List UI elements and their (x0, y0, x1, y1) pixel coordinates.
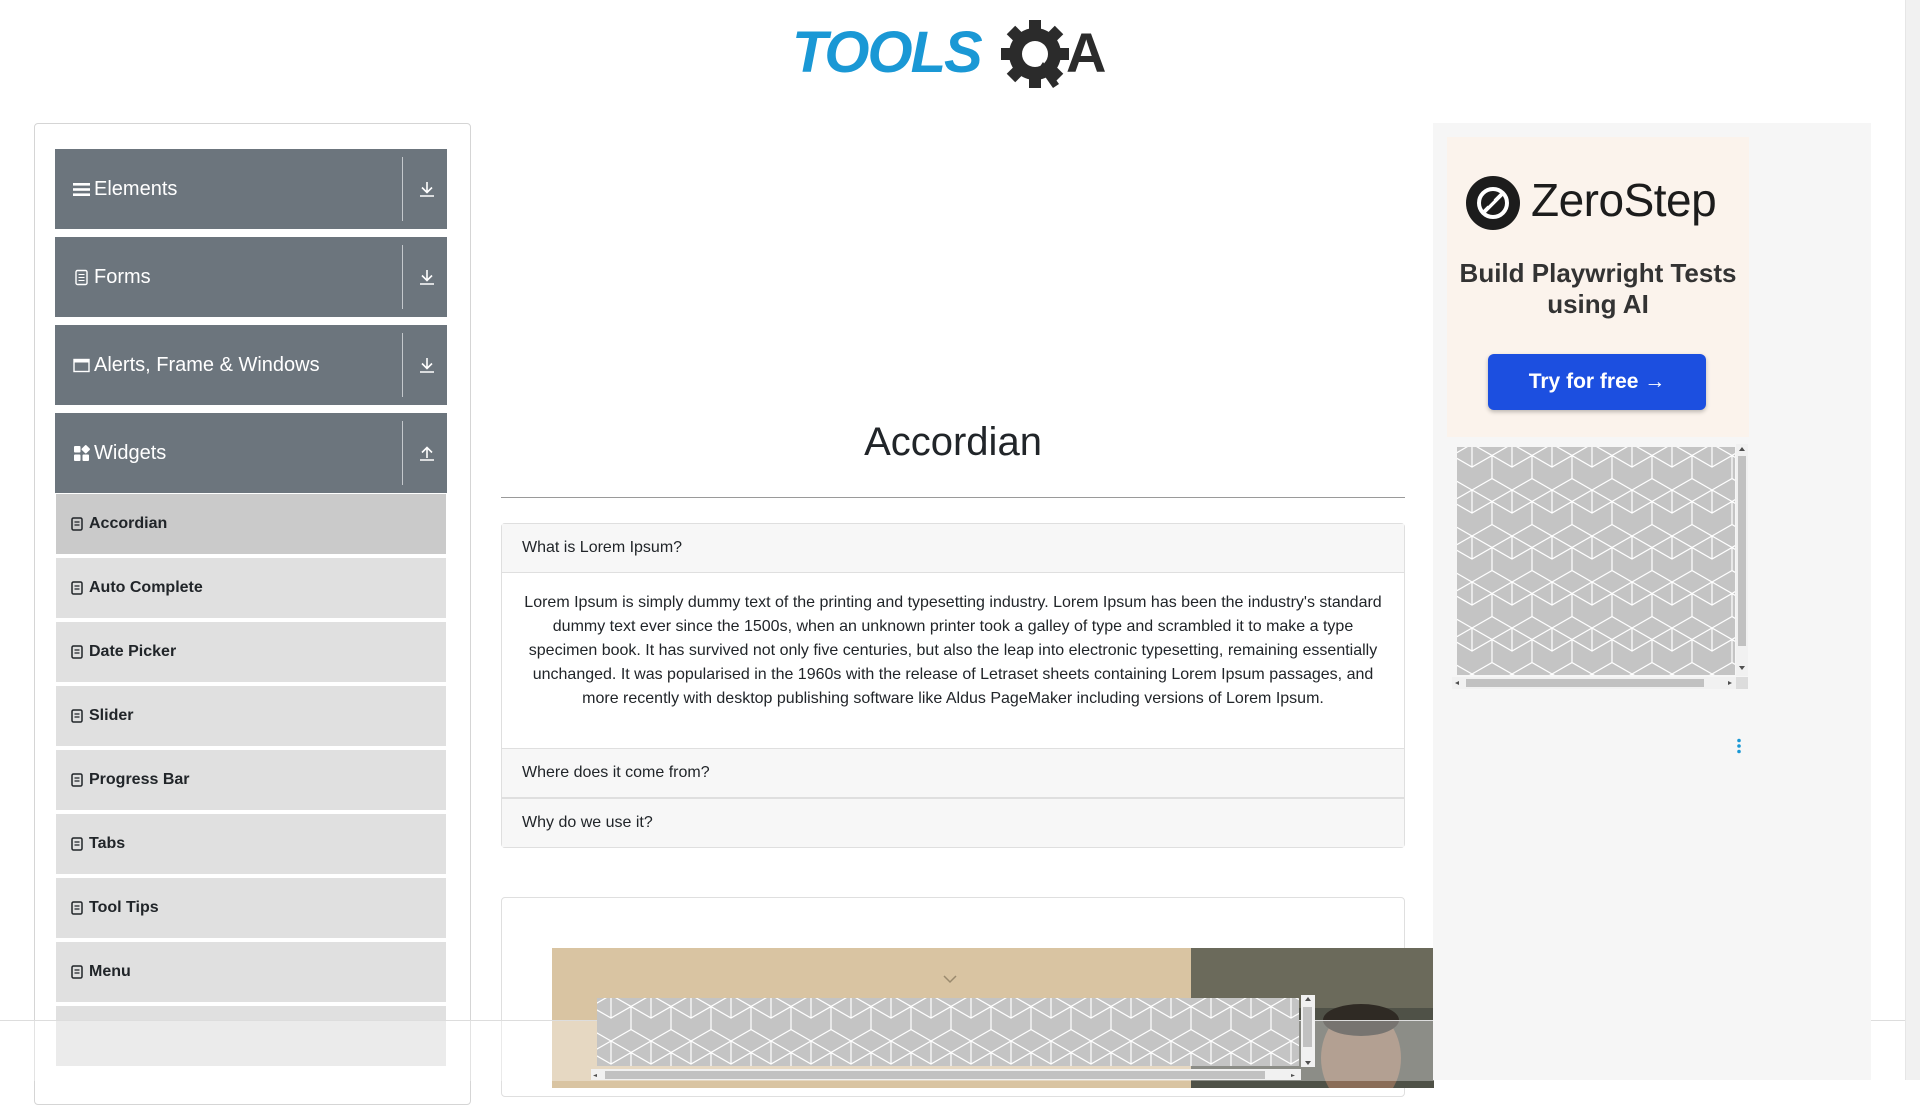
widget-item-icon (71, 517, 83, 531)
widget-item-icon (71, 773, 83, 787)
group-header-alerts-frame-windows[interactable]: Alerts, Frame & Windows (55, 325, 447, 405)
divider (402, 333, 403, 397)
sidebar-item-label: Menu (89, 963, 131, 980)
widget-item-icon (71, 965, 83, 979)
logo-a-text: A (1066, 21, 1106, 84)
page-scrollbar[interactable] (1905, 0, 1920, 1080)
group-header-widgets[interactable]: Widgets (55, 413, 447, 493)
page-scrollbar-thumb[interactable] (1909, 0, 1917, 1080)
group-label: Widgets (94, 441, 167, 464)
page-title: Accordian (864, 420, 1042, 464)
document-icon (75, 269, 88, 285)
zerostep-ad[interactable]: ZeroStep Build Playwright Tests using AI… (1447, 137, 1749, 437)
widget-item-icon (71, 581, 83, 595)
upload-arrow-icon[interactable] (417, 443, 437, 463)
hamburger-icon (73, 182, 90, 196)
group-label: Forms (94, 265, 151, 288)
sidebar-item-progress-bar[interactable]: Progress Bar (56, 750, 446, 811)
title-divider (501, 497, 1405, 498)
sidebar-item-tool-tips[interactable]: Tool Tips (56, 878, 446, 939)
widget-item-icon (71, 645, 83, 659)
divider (402, 157, 403, 221)
group-label: Alerts, Frame & Windows (94, 353, 320, 376)
sidebar-item-label: Tool Tips (89, 899, 159, 916)
sidebar-item-label: Accordian (89, 515, 168, 532)
sidebar-item-slider[interactable]: Slider (56, 686, 446, 747)
right-ad-frame[interactable] (1452, 444, 1749, 690)
zerostep-logo-icon (1466, 176, 1520, 230)
zerostep-tagline: Build Playwright Tests using AI (1459, 258, 1737, 319)
sidebar-item-date-picker[interactable]: Date Picker (56, 622, 446, 683)
group-header-forms[interactable]: Forms (55, 237, 447, 317)
group-header-elements[interactable]: Elements (55, 149, 447, 229)
sidebar-item-label: Auto Complete (89, 579, 203, 596)
sidebar-item-menu[interactable]: Menu (56, 942, 446, 1003)
sidebar-item-label: Tabs (89, 835, 126, 852)
logo-tools-text: TOOLS (792, 20, 983, 85)
try-for-free-button[interactable]: Try for free → (1488, 354, 1706, 410)
sidebar-item-label: Date Picker (89, 643, 177, 660)
widget-item-icon (71, 901, 83, 915)
download-arrow-icon[interactable] (417, 355, 437, 375)
accordion-section-3-header[interactable]: Why do we use it? (502, 798, 1404, 847)
accordion-section-1-body: Lorem Ipsum is simply dummy text of the … (502, 573, 1404, 749)
sticky-ad-frame[interactable] (591, 995, 1317, 1080)
widget-item-icon (71, 837, 83, 851)
download-arrow-icon[interactable] (417, 267, 437, 287)
divider (402, 421, 403, 485)
accordion: What is Lorem Ipsum? Lorem Ipsum is simp… (501, 523, 1405, 848)
download-arrow-icon[interactable] (417, 179, 437, 199)
sidebar-item-label: Progress Bar (89, 771, 190, 788)
accordion-section-2-header[interactable]: Where does it come from? (502, 749, 1404, 798)
group-label: Elements (94, 177, 178, 200)
zerostep-brand: ZeroStep (1531, 174, 1717, 226)
chevron-down-icon (943, 975, 957, 984)
more-options-icon[interactable] (1736, 738, 1742, 754)
sidebar-item-tabs[interactable]: Tabs (56, 814, 446, 875)
widgets-grid-icon (74, 444, 90, 461)
gear-icon (1001, 20, 1069, 88)
widget-item-icon (71, 709, 83, 723)
site-header: TOOLS A (0, 0, 1920, 110)
divider (402, 245, 403, 309)
toolsqa-logo[interactable]: TOOLS A (790, 14, 1120, 92)
sidebar-item-accordian[interactable]: Accordian (56, 494, 446, 555)
sidebar-item-auto-complete[interactable]: Auto Complete (56, 558, 446, 619)
sidebar-item-label: Slider (89, 707, 134, 724)
accordion-section-1-header[interactable]: What is Lorem Ipsum? (502, 524, 1404, 573)
window-icon (73, 358, 90, 372)
